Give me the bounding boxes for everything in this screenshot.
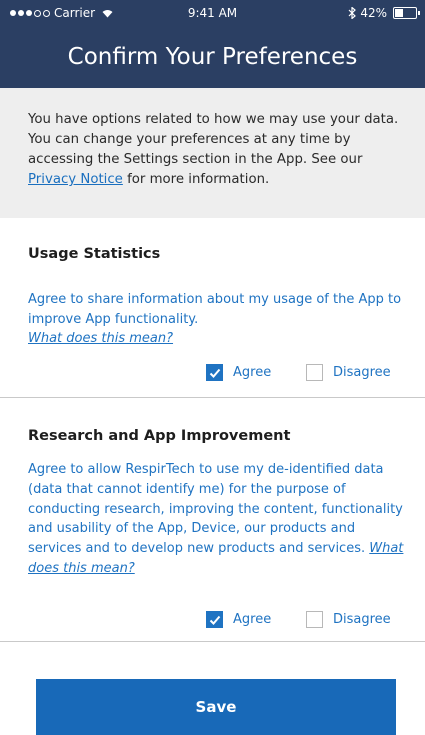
- usage-help-link[interactable]: What does this mean?: [28, 331, 173, 346]
- research-title: Research and App Improvement: [28, 428, 291, 444]
- usage-agree-option[interactable]: Agree: [206, 364, 271, 381]
- app-header: Carrier 9:41 AM 42% Confirm Your Prefere…: [0, 0, 425, 88]
- usage-disagree-checkbox[interactable]: [306, 364, 323, 381]
- research-agree-checkbox[interactable]: [206, 611, 223, 628]
- checkmark-icon: [209, 368, 221, 378]
- section-divider: [0, 641, 425, 642]
- battery-icon: [393, 7, 420, 19]
- status-right: 42%: [348, 6, 420, 20]
- research-agree-label: Agree: [233, 612, 272, 627]
- intro-text: You have options related to how we may u…: [28, 110, 408, 190]
- usage-statistics-text: Agree to share information about my usag…: [28, 292, 402, 327]
- intro-text-end: for more information.: [122, 172, 270, 187]
- battery-percent: 42%: [360, 6, 387, 20]
- usage-statistics-title: Usage Statistics: [28, 246, 161, 262]
- section-divider: [0, 397, 425, 398]
- research-text: Agree to allow RespirTech to use my de-i…: [28, 462, 403, 557]
- bluetooth-icon: [348, 7, 357, 19]
- privacy-notice-link[interactable]: Privacy Notice: [28, 172, 123, 187]
- save-button[interactable]: Save: [36, 679, 396, 735]
- page-title: Confirm Your Preferences: [67, 44, 358, 70]
- research-disagree-label: Disagree: [333, 612, 391, 627]
- status-bar: Carrier 9:41 AM 42%: [0, 0, 425, 26]
- usage-disagree-option[interactable]: Disagree: [306, 364, 391, 381]
- usage-agree-label: Agree: [233, 365, 272, 380]
- research-agree-option[interactable]: Agree: [206, 611, 271, 628]
- usage-statistics-body: Agree to share information about my usag…: [28, 290, 410, 349]
- checkmark-icon: [209, 615, 221, 625]
- usage-agree-checkbox[interactable]: [206, 364, 223, 381]
- intro-text-start: You have options related to how we may u…: [28, 112, 399, 167]
- research-disagree-option[interactable]: Disagree: [306, 611, 391, 628]
- research-disagree-checkbox[interactable]: [306, 611, 323, 628]
- research-body: Agree to allow RespirTech to use my de-i…: [28, 460, 410, 579]
- usage-disagree-label: Disagree: [333, 365, 391, 380]
- intro-panel: You have options related to how we may u…: [0, 88, 425, 218]
